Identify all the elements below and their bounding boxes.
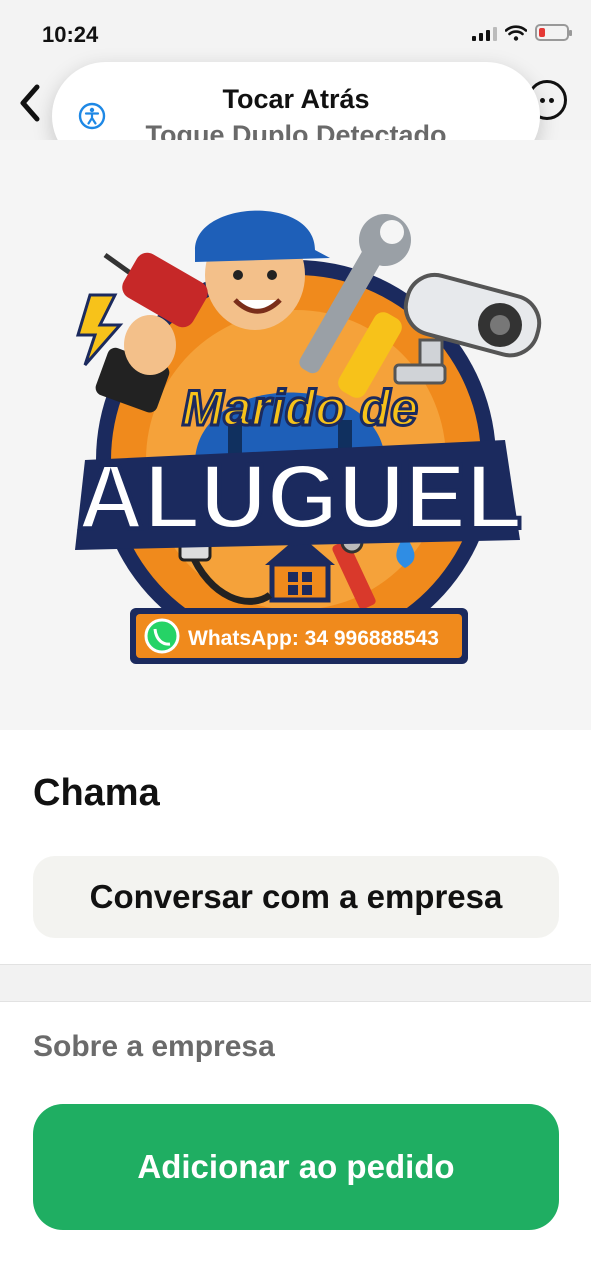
section-divider	[0, 964, 591, 1002]
logo-line-1: Marido de	[182, 380, 418, 436]
toast-title: Tocar Atrás	[222, 84, 370, 114]
store-logo: Marido de ALUGUEL WhatsApp: 34 996888543	[75, 210, 542, 664]
status-bar: 10:24	[0, 0, 591, 70]
store-hero-image: Marido de ALUGUEL WhatsApp: 34 996888543	[0, 140, 591, 730]
logo-line-2: ALUGUEL	[78, 446, 523, 548]
chat-with-company-button[interactable]: Conversar com a empresa	[33, 856, 559, 938]
whatsapp-icon	[144, 618, 180, 654]
store-name: Chama	[33, 772, 160, 814]
battery-icon	[535, 24, 572, 41]
whatsapp-number: WhatsApp: 34 996888543	[188, 627, 439, 650]
status-icons	[472, 24, 572, 41]
back-button[interactable]	[10, 80, 50, 126]
ellipsis-icon	[540, 97, 545, 103]
cellular-signal-icon	[472, 25, 497, 41]
chevron-left-icon	[20, 84, 40, 122]
status-time: 10:24	[42, 22, 99, 47]
wifi-icon	[505, 24, 527, 41]
about-company-heading[interactable]: Sobre a empresa	[33, 1030, 275, 1064]
add-to-order-button[interactable]: Adicionar ao pedido	[33, 1104, 559, 1230]
ellipsis-dot	[549, 97, 554, 103]
